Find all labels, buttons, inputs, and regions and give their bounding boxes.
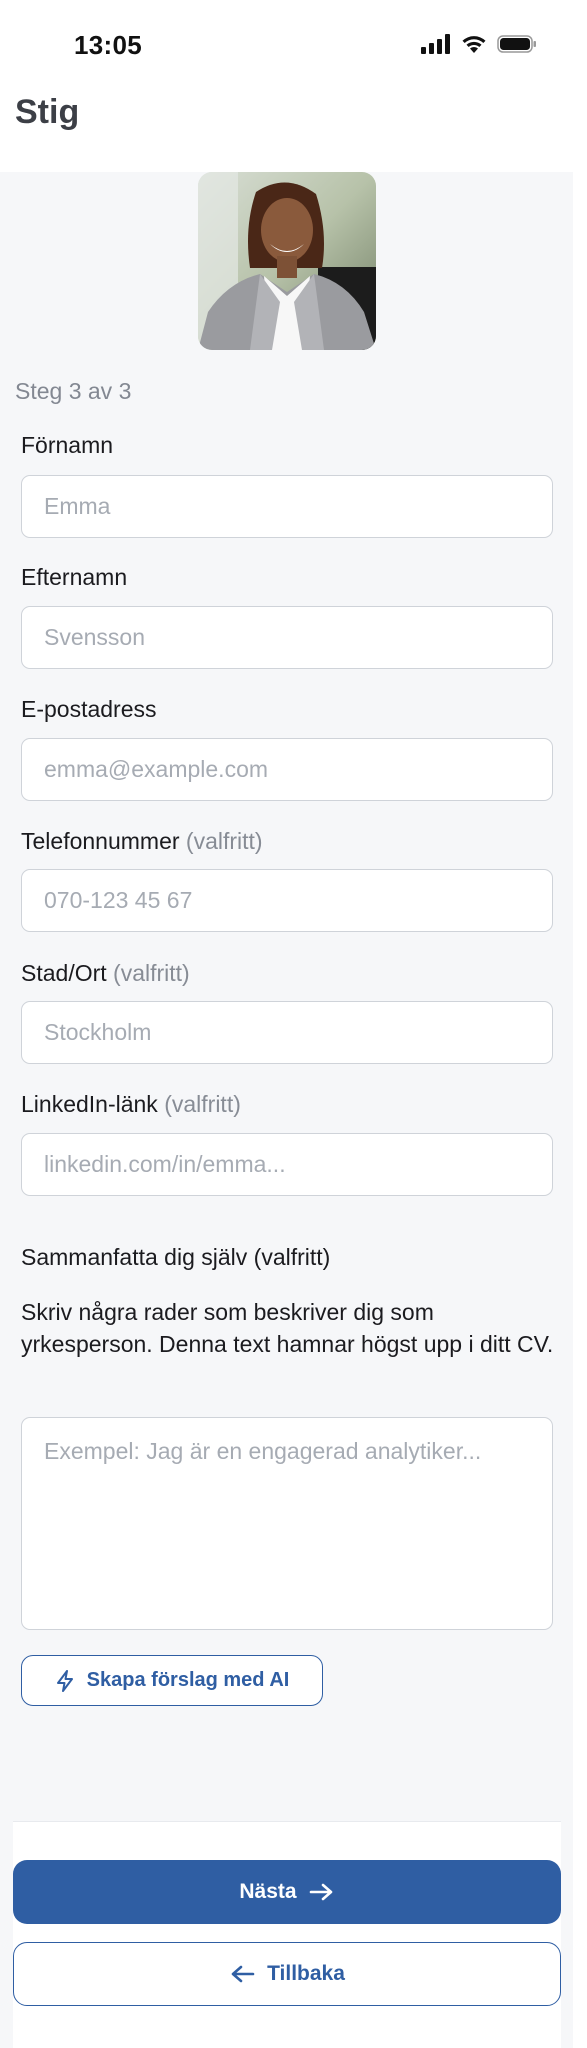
city-input[interactable] [22,1002,552,1063]
app-screen: 13:05 Stig Steg 3 av 3 Förnamn Emma Efte… [0,0,573,2048]
phone-input[interactable] [22,870,552,931]
last-name-label: Efternamn [21,564,127,591]
last-name-input[interactable] [22,607,552,668]
step-indicator: Steg 3 av 3 [15,378,132,404]
ai-suggestion-label: Skapa förslag med AI [86,1669,290,1691]
profile-photo [198,172,376,350]
last-name-label-text: Efternamn [21,564,128,590]
bottom-action-bar: Nästa Tillbaka [13,1821,561,2048]
app-title: Stig [15,93,80,131]
city-optional-hint: (valfritt) [113,960,190,986]
app-header: Stig [0,88,573,172]
cellular-signal-icon [421,34,450,54]
status-time: 13:05 [74,30,142,60]
ai-suggestion-button[interactable]: Skapa förslag med AI [21,1655,323,1706]
city-label-text: Stad/Ort [21,960,107,986]
summary-title: Sammanfatta dig själv (valfritt) [21,1244,331,1270]
last-name-field[interactable] [21,606,553,669]
first-name-label-text: Förnamn [21,432,114,458]
linkedin-input[interactable] [22,1134,552,1195]
battery-icon [497,35,536,53]
phone-label-text: Telefonnummer [21,828,180,854]
lightning-icon [56,1669,73,1692]
next-button-label: Nästa [239,1880,297,1903]
phone-optional-hint: (valfritt) [185,828,263,854]
arrow-right-icon [309,1883,332,1901]
back-button-label: Tillbaka [267,1962,345,1985]
linkedin-field[interactable] [21,1133,553,1196]
status-bar: 13:05 [0,0,573,88]
summary-textarea[interactable] [22,1418,552,1629]
email-label: E-postadress [21,696,157,723]
first-name-input[interactable] [22,476,552,537]
arrow-left-icon [231,1965,255,1983]
status-icons [421,34,537,54]
city-field[interactable] [21,1001,553,1064]
email-label-text: E-postadress [21,696,157,722]
summary-field[interactable] [21,1417,553,1630]
first-name-label: Förnamn [21,432,113,459]
first-name-field[interactable] [21,475,553,538]
linkedin-optional-hint: (valfritt) [164,1091,241,1117]
phone-field[interactable] [21,869,553,932]
avatar [198,172,376,350]
next-button[interactable]: Nästa [13,1860,561,1924]
city-label: Stad/Ort (valfritt) [21,960,190,987]
email-field[interactable] [21,738,553,801]
wifi-icon [462,36,486,53]
phone-label: Telefonnummer (valfritt) [21,828,263,855]
linkedin-label-text: LinkedIn-länk [21,1091,158,1117]
back-button[interactable]: Tillbaka [13,1942,561,2006]
linkedin-label: LinkedIn-länk (valfritt) [21,1091,241,1118]
email-input[interactable] [22,739,552,800]
summary-description: Skriv några rader som beskriver dig som … [21,1299,554,1357]
